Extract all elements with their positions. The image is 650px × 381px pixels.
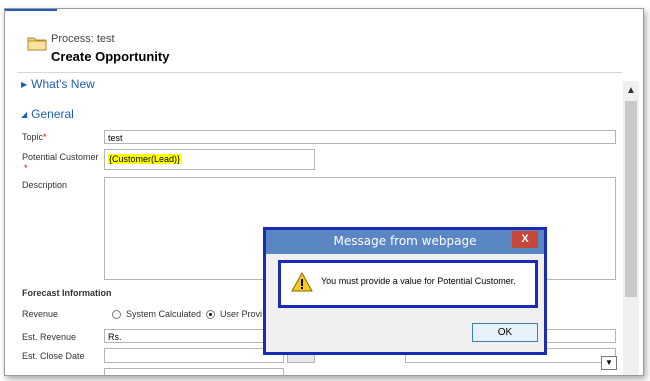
dialog-message-area: You must provide a value for Potential C…	[278, 260, 538, 308]
dialog-titlebar[interactable]: Message from webpage X	[266, 230, 544, 254]
chevron-down-icon[interactable]: ▼	[601, 356, 617, 370]
potential-customer-input[interactable]: {Customer(Lead)}	[104, 149, 315, 170]
est-close-date-label: Est. Close Date	[22, 351, 85, 361]
system-calculated-label: System Calculated	[126, 309, 202, 319]
header-divider	[17, 72, 622, 73]
active-tab-indicator	[5, 9, 57, 11]
dialog-message: You must provide a value for Potential C…	[321, 276, 516, 286]
topic-label: Topic*	[22, 132, 47, 142]
section-whats-new[interactable]: ▶ What's New	[21, 77, 95, 91]
section-general[interactable]: ◢ General	[21, 107, 74, 121]
required-mark: *	[24, 163, 28, 173]
dialog-title: Message from webpage	[333, 234, 477, 248]
scroll-up-icon[interactable]: ▲	[626, 85, 636, 96]
topic-input[interactable]: test	[104, 130, 616, 144]
potential-customer-value: {Customer(Lead)}	[108, 154, 182, 164]
close-button[interactable]: X	[512, 231, 538, 248]
user-provided-radio[interactable]	[206, 310, 215, 319]
message-dialog: Message from webpage X You must provide …	[263, 227, 547, 355]
user-provided-label: User Provi	[220, 309, 263, 319]
est-close-date-input[interactable]	[104, 348, 284, 363]
collapse-icon: ◢	[21, 110, 28, 119]
warning-icon	[291, 272, 313, 292]
description-label: Description	[22, 180, 68, 190]
next-field-input[interactable]	[104, 368, 284, 375]
page-title: Create Opportunity	[51, 49, 170, 64]
expand-icon: ▶	[21, 80, 28, 89]
forecast-section-header: Forecast Information	[22, 288, 112, 298]
revenue-label: Revenue	[22, 309, 59, 319]
system-calculated-radio[interactable]	[112, 310, 121, 319]
ok-button[interactable]: OK	[472, 323, 538, 342]
potential-customer-label: Potential Customer	[22, 152, 99, 162]
est-revenue-label: Est. Revenue	[22, 332, 77, 342]
folder-icon	[27, 37, 47, 51]
scrollbar-thumb[interactable]	[625, 101, 637, 297]
scrollbar[interactable]: ▲	[623, 81, 639, 375]
window-frame: Process: test Create Opportunity ▶ What's…	[4, 8, 644, 376]
process-label: Process: test	[51, 33, 115, 45]
